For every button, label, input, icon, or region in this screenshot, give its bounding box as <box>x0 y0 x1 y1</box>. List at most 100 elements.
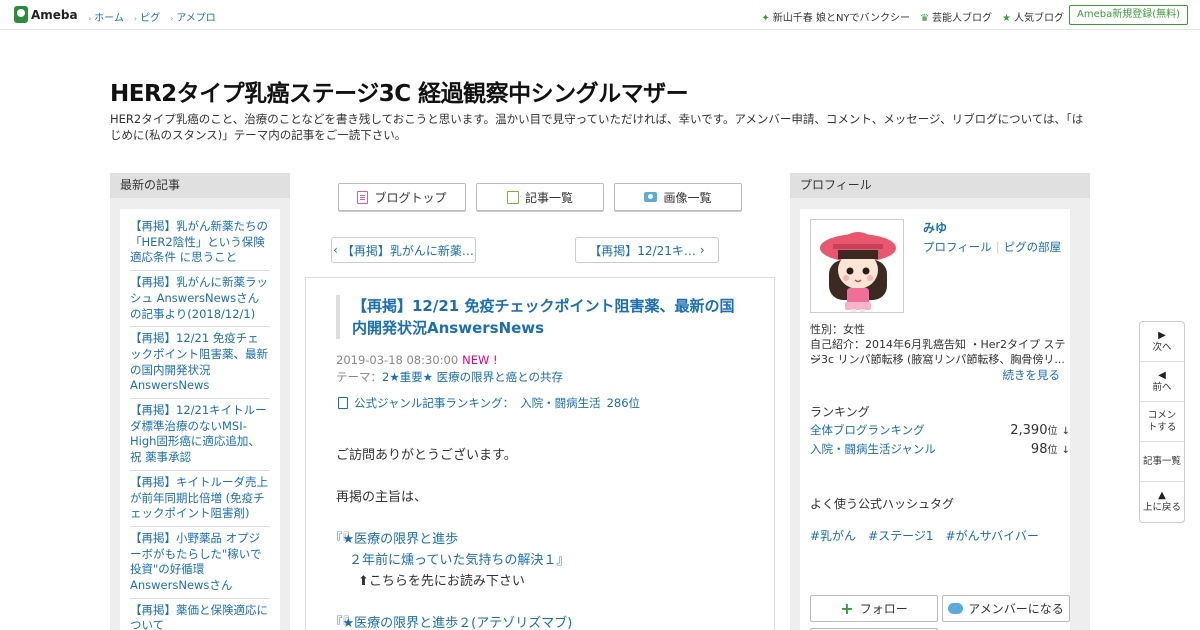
entry-list-icon <box>506 190 519 204</box>
recent-entry-link[interactable]: 【再掲】乳がんに新薬ラッシュ AnswersNewsさんの記事より(2018/1… <box>130 275 268 320</box>
divider: | <box>995 240 1000 254</box>
entry-list-button[interactable]: 記事一覧 <box>476 183 604 211</box>
list-item: 【再掲】キイトルーダ売上が前年同期比倍増 (免疫チェックポイント阻害剤) <box>130 475 270 527</box>
recent-entry-link[interactable]: 【再掲】小野薬品 オプジーボがもたらした"稼いで投資"の好循環 AnswersN… <box>130 531 261 592</box>
theme-link[interactable]: 2★重要★ 医療の限界と癌との共存 <box>382 370 563 384</box>
floating-nav: ▶ 次へ ◀ 前へ コメントする 記事一覧 ▲ 上に戻る <box>1139 321 1185 523</box>
popular-blog-label: 人気ブログ <box>1014 13 1064 24</box>
recent-entry-link[interactable]: 【再掲】薬価と保険適応について <box>130 603 268 630</box>
rank-label: 公式ジャンル記事ランキング： <box>354 396 515 410</box>
blog-title[interactable]: HER2タイプ乳癌ステージ3C 経過観察中シングルマザー <box>110 74 689 108</box>
arrow-down-icon: ↓ <box>1061 445 1070 456</box>
ranking-value: 2,390位 ↓ <box>1010 422 1070 438</box>
ameba-logo[interactable]: Ameba <box>14 6 78 23</box>
genre-ranking-link[interactable]: 入院・闘病生活ジャンル <box>810 441 936 457</box>
arrow-down-icon: ↓ <box>1061 426 1070 437</box>
overall-ranking-link[interactable]: 全体ブログランキング <box>810 422 925 438</box>
chat-bubble-icon <box>948 603 964 614</box>
hashtag-link[interactable]: #ステージ1 <box>868 527 933 544</box>
article-theme: テーマ：2★重要★ 医療の限界と癌との共存 <box>336 369 563 385</box>
triangle-left-icon: ◀ <box>1158 369 1166 381</box>
chevron-left-icon: ‹ <box>333 243 338 257</box>
body-link-line: 『『★医療の限界と進歩２(アテゾリズマブ) <box>336 612 572 630</box>
theme-label: テーマ： <box>336 370 382 384</box>
ranking-number: 98 <box>1030 442 1048 457</box>
chevron-right-icon: › <box>699 243 705 257</box>
crown-icon: ♛ <box>920 13 930 24</box>
global-nav: › ホーム › ピグ › アメプロ <box>88 9 216 24</box>
profile-gender: 性別：女性 <box>810 323 865 336</box>
blog-top-label: ブログトップ <box>374 190 447 205</box>
body-paragraph: ご訪問ありがとうございます。 <box>336 448 517 463</box>
profile-body: みゆ プロフィール | ピグの部屋 性別：女性 自己紹介：2014年6月乳癌告知 ・… <box>800 209 1070 630</box>
amember-label: アメンバーになる <box>968 602 1064 616</box>
body-link[interactable]: ２年前に燻っていた気持ちの解決１』 <box>349 553 569 568</box>
prev-entry-link[interactable]: ‹ 【再掲】乳がんに新薬… <box>331 237 476 263</box>
article: 【再掲】12/21 免疫チェックポイント阻害薬、最新の国内開発状況Answers… <box>305 277 775 630</box>
ranking-unit: 位 <box>1047 426 1058 437</box>
amember-button[interactable]: アメンバーになる <box>942 595 1070 622</box>
profile-link[interactable]: プロフィール <box>923 240 992 254</box>
back-to-top-button[interactable]: ▲ 上に戻る <box>1140 482 1184 522</box>
body-link[interactable]: 『★医療の限界と進歩 <box>336 532 458 547</box>
next-entry-link[interactable]: 【再掲】12/21キ… › <box>575 237 719 263</box>
follow-button[interactable]: + フォロー <box>810 595 938 622</box>
body-paragraph: ⬆こちらを先にお読み下さい <box>358 574 525 589</box>
list-item: 【再掲】小野薬品 オプジーボがもたらした"稼いで投資"の好循環 AnswersN… <box>130 531 270 599</box>
nav-home[interactable]: › ホーム <box>88 9 124 24</box>
prev-entry-label: 【再掲】乳がんに新薬… <box>341 243 474 258</box>
profile-intro-line: ジ3c リンパ節転移 (腋窩リンパ節転移、胸骨傍リ... <box>810 353 1065 366</box>
popular-blog-link[interactable]: ★ 人気ブログ <box>1002 9 1064 24</box>
recent-entry-link[interactable]: 【再掲】キイトルーダ売上が前年同期比倍増 (免疫チェックポイント阻害剤) <box>130 475 268 520</box>
ranking-row: 全体ブログランキング 2,390位 ↓ <box>810 422 1070 438</box>
read-more-link[interactable]: 続きを見る <box>1003 367 1061 383</box>
article-title[interactable]: 【再掲】12/21 免疫チェックポイント阻害薬、最新の国内開発状況Answers… <box>336 295 746 339</box>
profile-panel: プロフィール みゆ プロフィール | ピグの部屋 性別：女性 自己紹介：2014… <box>790 173 1090 630</box>
ameba-logo-icon <box>14 6 28 23</box>
topic-label: 新山千春 娘とNYでバンクシー <box>772 13 911 24</box>
hashtag-list: #乳がん #ステージ1 #がんサバイバー <box>810 527 1039 544</box>
pigg-room-link[interactable]: ピグの部屋 <box>1004 240 1062 254</box>
nav-amepro[interactable]: › アメプロ <box>170 9 216 24</box>
hashtag-link[interactable]: #がんサバイバー <box>946 527 1039 544</box>
celebrity-blog-label: 芸能人ブログ <box>932 13 993 24</box>
next-entry-button[interactable]: ▶ 次へ <box>1140 322 1184 362</box>
image-list-button[interactable]: 画像一覧 <box>614 183 742 211</box>
chevron-right-icon: › <box>88 14 92 23</box>
profile-name[interactable]: みゆ <box>923 219 947 236</box>
next-entry-label: 【再掲】12/21キ… <box>589 243 696 258</box>
logo-text: Ameba <box>31 7 78 22</box>
next-label: 次へ <box>1152 341 1172 353</box>
comment-button[interactable]: コメントする <box>1140 402 1184 442</box>
avatar[interactable] <box>810 219 904 313</box>
body-link[interactable]: 『★医療の限界と進歩２(アテゾリズマブ) <box>336 616 572 630</box>
new-badge: NEW ! <box>462 353 498 367</box>
ranking-heading: ランキング <box>810 405 870 419</box>
article-datetime: 2019-03-18 08:30:00 <box>336 353 459 367</box>
list-item: 【再掲】薬価と保険適応について <box>130 603 270 630</box>
blog-icon <box>357 190 369 204</box>
celebrity-blog-link[interactable]: ♛ 芸能人ブログ <box>920 9 992 24</box>
recent-entry-link[interactable]: 【再掲】12/21キイトルーダ標準治療のないMSI-High固形癌に適応追加、祝… <box>130 403 267 464</box>
back-to-top-label: 上に戻る <box>1142 502 1181 513</box>
profile-links: プロフィール | ピグの部屋 <box>923 239 1061 255</box>
signup-button[interactable]: Ameba新規登録(無料) <box>1068 5 1188 25</box>
genre-ranking[interactable]: 公式ジャンル記事ランキング： 入院・闘病生活 286位 <box>338 395 640 411</box>
topic-link[interactable]: ✦ 新山千春 娘とNYでバンクシー <box>761 9 910 24</box>
ranking-value: 98位 ↓ <box>1031 441 1070 457</box>
image-list-label: 画像一覧 <box>663 190 712 205</box>
triangle-up-icon: ▲ <box>1158 490 1166 501</box>
comment-label: コメントする <box>1147 409 1177 433</box>
star-icon: ★ <box>1002 13 1011 24</box>
hashtag-link[interactable]: #乳がん <box>810 527 856 544</box>
blog-top-button[interactable]: ブログトップ <box>338 183 466 211</box>
recent-entry-link[interactable]: 【再掲】乳がん新薬たちの「HER2陰性」という保険適応条件 に思うこと <box>130 219 268 264</box>
nav-label: アメプロ <box>176 13 216 24</box>
ranking-number: 2,390 <box>1010 423 1048 438</box>
entry-list-side-button[interactable]: 記事一覧 <box>1140 442 1184 482</box>
triangle-right-icon: ▶ <box>1158 329 1166 341</box>
recent-entry-link[interactable]: 【再掲】12/21 免疫チェックポイント阻害薬、最新の国内開発状況Answers… <box>130 331 268 392</box>
nav-pigg[interactable]: › ピグ <box>134 9 160 24</box>
blog-description: HER2タイプ乳癌のこと、治療のことなどを書き残しておこうと思います。温かい目で… <box>110 112 1084 142</box>
prev-entry-button[interactable]: ◀ 前へ <box>1140 362 1184 402</box>
